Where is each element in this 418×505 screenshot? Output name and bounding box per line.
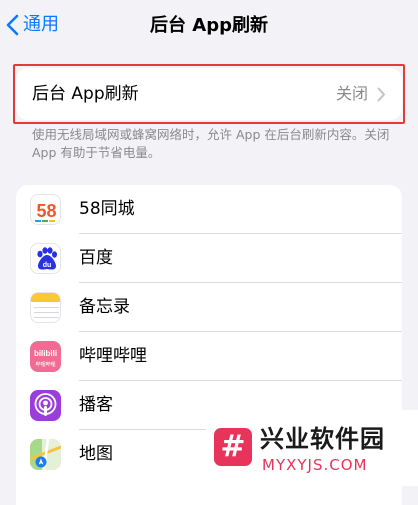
app-name: 哔哩哔哩 <box>79 346 147 366</box>
bilibili-icon-subtext: 哔哩哔哩 <box>35 361 55 368</box>
app-row-baidu[interactable]: du 百度 <box>16 234 402 283</box>
app-row-bilibili[interactable]: bilibili 哔哩哔哩 哔哩哔哩 <box>16 332 402 381</box>
app-name: 备忘录 <box>79 297 130 317</box>
bilibili-icon-text: bilibili <box>34 349 57 358</box>
baidu-icon-text: du <box>43 262 52 269</box>
background-refresh-value: 关闭 <box>335 84 368 103</box>
bilibili-icon: bilibili 哔哩哔哩 <box>30 341 61 372</box>
maps-icon <box>30 439 61 470</box>
background-refresh-label: 后台 App刷新 <box>32 84 139 104</box>
app-name: 58同城 <box>79 199 135 219</box>
58-tongcheng-icon-text: 58 <box>36 201 56 221</box>
app-row-notes[interactable]: 备忘录 <box>16 283 402 332</box>
site-watermark: # 兴业软件园 MYXYJS.COM <box>206 410 418 486</box>
app-name: 播客 <box>79 395 113 415</box>
app-name: 地图 <box>79 444 113 464</box>
hash-logo-icon: # <box>214 428 252 466</box>
watermark-site: MYXYJS.COM <box>262 456 368 474</box>
podcasts-icon <box>30 390 61 421</box>
watermark-title: 兴业软件园 <box>260 425 385 453</box>
58-tongcheng-icon: 58 <box>30 194 61 225</box>
app-row-58tongcheng[interactable]: 58 58同城 <box>16 185 402 234</box>
setting-footnote: 使用无线局域网或蜂窝网络时，允许 App 在后台刷新内容。关闭 App 有助于节… <box>32 127 390 160</box>
background-refresh-row[interactable]: 后台 App刷新 关闭 <box>16 68 402 120</box>
baidu-icon: du <box>30 243 61 274</box>
chevron-right-icon <box>377 87 385 102</box>
notes-icon <box>30 292 61 323</box>
app-name: 百度 <box>79 248 113 268</box>
page-title: 后台 App刷新 <box>150 15 268 36</box>
navigation-bar: 通用 后台 App刷新 <box>0 0 418 52</box>
